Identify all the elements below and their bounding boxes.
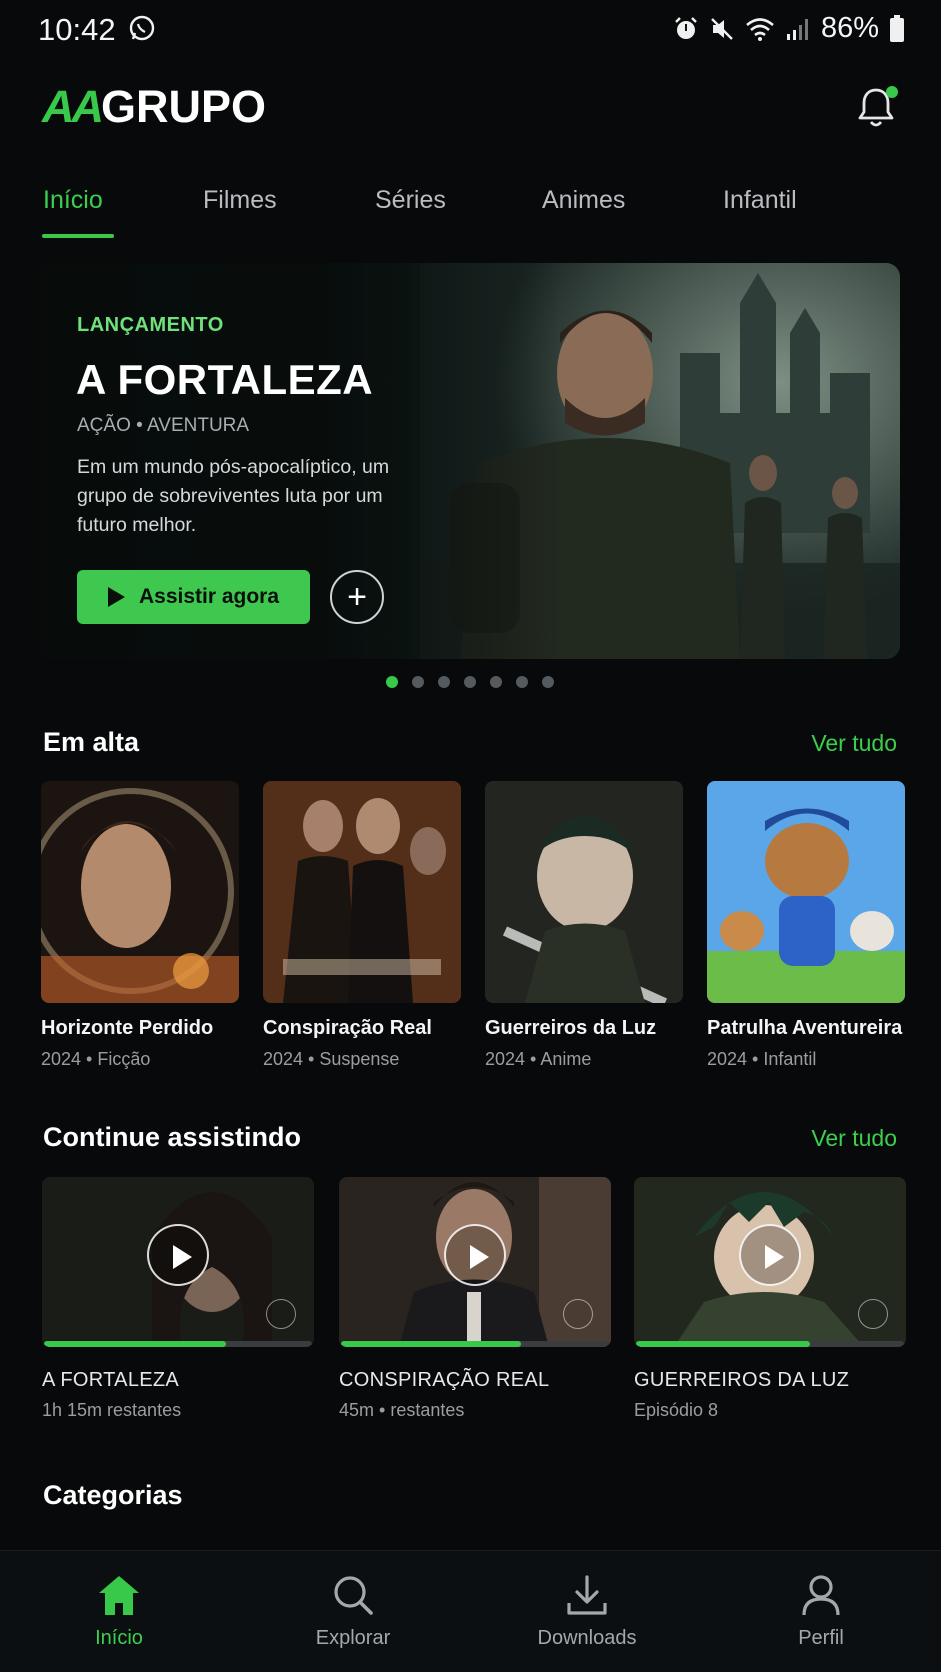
play-icon[interactable] — [444, 1224, 506, 1286]
poster-image — [485, 781, 683, 1003]
hero-tag: LANÇAMENTO — [77, 314, 224, 336]
status-bar: 10:42 86% — [0, 0, 941, 58]
nav-inicio[interactable]: Início — [44, 1573, 194, 1650]
nav-label: Início — [95, 1627, 143, 1649]
info-icon[interactable] — [563, 1299, 593, 1329]
nav-label: Explorar — [315, 1627, 391, 1649]
continue-card-meta: 45m • restantes — [339, 1400, 465, 1420]
carousel-dot[interactable] — [542, 676, 554, 688]
search-icon — [334, 1576, 373, 1615]
alarm-icon — [675, 16, 697, 39]
card-title: Horizonte Perdido — [41, 1017, 214, 1039]
hero-description: Em um mundo pós-apocalíptico, um grupo d… — [77, 456, 390, 536]
info-icon[interactable] — [266, 1299, 296, 1329]
download-icon — [567, 1575, 607, 1615]
tab-filmes[interactable]: Filmes — [203, 186, 277, 215]
poster-image — [263, 781, 461, 1003]
active-tab-indicator — [42, 234, 114, 238]
notification-badge — [886, 86, 898, 98]
add-to-list-button[interactable]: + — [330, 570, 384, 624]
thumbnail-image — [634, 1177, 906, 1347]
thumbnail-image — [42, 1177, 314, 1347]
play-icon[interactable] — [739, 1224, 801, 1286]
card-title: Guerreiros da Luz — [485, 1017, 657, 1039]
mute-icon — [711, 17, 733, 40]
trending-title: Em alta — [43, 727, 140, 757]
tab-series[interactable]: Séries — [375, 186, 446, 215]
progress-bar — [44, 1341, 312, 1347]
continue-card[interactable]: CONSPIRAÇÃO REAL 45m • restantes — [339, 1177, 611, 1421]
nav-label: Downloads — [537, 1627, 637, 1649]
status-time: 10:42 — [38, 12, 116, 47]
continue-card-title: CONSPIRAÇÃO REAL — [339, 1369, 550, 1391]
signal-icon — [786, 18, 808, 40]
continue-card-meta: Episódio 8 — [634, 1400, 719, 1420]
card-title: Conspiração Real — [263, 1017, 432, 1039]
wifi-icon — [746, 17, 774, 41]
progress-fill — [44, 1341, 227, 1347]
progress-fill — [636, 1341, 811, 1347]
poster-image — [41, 781, 239, 1003]
category-tabs: Início Filmes Séries Animes Infantil — [0, 180, 941, 240]
whatsapp-icon — [129, 15, 155, 41]
card-title: Patrulha Aventureira — [707, 1017, 903, 1039]
info-icon[interactable] — [858, 1299, 888, 1329]
status-icons: 86% — [673, 12, 905, 45]
watch-now-button[interactable]: Assistir agora — [77, 570, 310, 624]
continue-title: Continue assistindo — [43, 1122, 302, 1152]
tab-inicio[interactable]: Início — [43, 186, 103, 215]
trending-card[interactable]: Horizonte Perdido 2024 • Ficção — [41, 781, 239, 1070]
continue-card-title: GUERREIROS DA LUZ — [634, 1369, 850, 1391]
play-icon — [107, 587, 125, 607]
carousel-dot[interactable] — [490, 676, 502, 688]
poster-image — [707, 781, 905, 1003]
nav-downloads[interactable]: Downloads — [512, 1573, 662, 1650]
tab-infantil[interactable]: Infantil — [723, 186, 797, 215]
play-icon[interactable] — [147, 1224, 209, 1286]
trending-card[interactable]: Patrulha Aventureira 2024 • Infantil — [707, 781, 905, 1070]
card-meta: 2024 • Infantil — [707, 1049, 817, 1069]
continue-card[interactable]: A FORTALEZA 1h 15m restantes — [42, 1177, 314, 1421]
carousel-dot[interactable] — [412, 676, 424, 688]
nav-perfil[interactable]: Perfil — [746, 1573, 896, 1650]
tab-animes[interactable]: Animes — [542, 186, 625, 215]
carousel-dot[interactable] — [386, 676, 398, 688]
trending-see-all[interactable]: Ver tudo — [811, 730, 897, 757]
carousel-dot[interactable] — [516, 676, 528, 688]
battery-icon — [890, 14, 904, 42]
watch-now-label: Assistir agora — [138, 585, 280, 608]
nav-explorar[interactable]: Explorar — [278, 1573, 428, 1650]
carousel-dot[interactable] — [438, 676, 450, 688]
progress-bar — [636, 1341, 904, 1347]
logo-grupo: GRUPO — [101, 81, 267, 132]
home-icon — [99, 1576, 139, 1615]
thumbnail-image — [339, 1177, 611, 1347]
trending-card[interactable]: Guerreiros da Luz 2024 • Anime — [485, 781, 683, 1070]
continue-see-all[interactable]: Ver tudo — [811, 1125, 897, 1152]
carousel-dot[interactable] — [464, 676, 476, 688]
card-meta: 2024 • Anime — [485, 1049, 592, 1069]
trending-card[interactable]: Conspiração Real 2024 • Suspense — [263, 781, 461, 1070]
logo-aa: AA — [42, 81, 104, 132]
progress-fill — [341, 1341, 521, 1347]
profile-icon — [802, 1575, 840, 1616]
card-meta: 2024 • Suspense — [263, 1049, 400, 1069]
carousel-indicator — [386, 676, 554, 688]
continue-card-meta: 1h 15m restantes — [42, 1400, 182, 1420]
hero-title: A FORTALEZA — [76, 356, 374, 403]
nav-label: Perfil — [798, 1627, 844, 1649]
hero-genres: AÇÃO • AVENTURA — [77, 415, 250, 436]
hero-banner[interactable]: LANÇAMENTO A FORTALEZA AÇÃO • AVENTURA E… — [40, 263, 900, 659]
continue-card[interactable]: GUERREIROS DA LUZ Episódio 8 — [634, 1177, 906, 1421]
categories-title: Categorias — [43, 1480, 183, 1510]
continue-card-title: A FORTALEZA — [42, 1369, 180, 1391]
progress-bar — [341, 1341, 609, 1347]
bottom-navigation: Início Explorar Downloads Perfil — [0, 1550, 941, 1672]
app-logo[interactable]: AA GRUPO — [42, 81, 267, 132]
battery-percent: 86% — [820, 12, 879, 44]
card-meta: 2024 • Ficção — [41, 1049, 151, 1069]
